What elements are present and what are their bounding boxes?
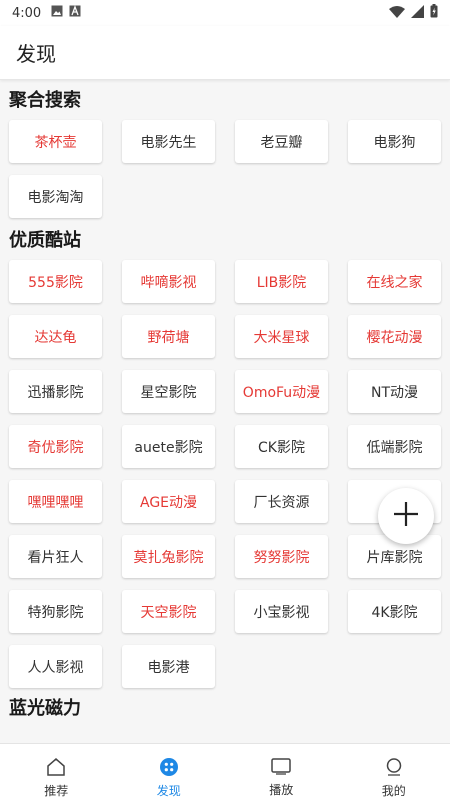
home-icon bbox=[46, 758, 66, 780]
nav-label: 播放 bbox=[269, 783, 294, 797]
site-tile[interactable]: NT动漫 bbox=[348, 370, 441, 413]
nav-label: 推荐 bbox=[44, 784, 69, 798]
site-tile[interactable]: 嘿哩嘿哩 bbox=[9, 480, 102, 523]
site-tile[interactable]: 大米星球 bbox=[235, 315, 328, 358]
site-tile[interactable]: 电影狗 bbox=[348, 120, 441, 163]
discover-dots-icon bbox=[159, 758, 178, 780]
site-tile[interactable]: auete影院 bbox=[122, 425, 215, 468]
section-title: 优质酷站 bbox=[9, 230, 81, 251]
status-time: 4:00 bbox=[12, 5, 42, 21]
site-tile[interactable]: OmoFu动漫 bbox=[235, 370, 328, 413]
wifi-icon bbox=[389, 5, 405, 22]
signal-icon bbox=[411, 4, 424, 22]
site-tile[interactable]: 野荷塘 bbox=[122, 315, 215, 358]
user-icon bbox=[385, 758, 403, 780]
site-tile[interactable]: 电影先生 bbox=[122, 120, 215, 163]
bottom-nav: 推荐 发现 播放 我的 bbox=[0, 743, 450, 800]
section-title: 聚合搜索 bbox=[9, 90, 81, 111]
tile-grid: 茶杯壶 电影先生 老豆瓣 电影狗电影淘淘 bbox=[0, 120, 450, 218]
a-badge-icon bbox=[69, 5, 81, 21]
battery-icon bbox=[430, 4, 438, 22]
site-tile[interactable]: 达达龟 bbox=[9, 315, 102, 358]
site-tile[interactable]: 樱花动漫 bbox=[348, 315, 441, 358]
site-tile[interactable]: 人人影视 bbox=[9, 645, 102, 688]
nav-recommend[interactable]: 推荐 bbox=[0, 744, 113, 800]
section-title: 蓝光磁力 bbox=[9, 698, 81, 719]
discover-content[interactable]: 聚合搜索 茶杯壶 电影先生 老豆瓣 电影狗电影淘淘 优质酷站 555影院 哔嘀影视 LIB… bbox=[0, 81, 450, 741]
site-tile[interactable]: 哔嘀影视 bbox=[122, 260, 215, 303]
site-tile[interactable]: 在线之家 bbox=[348, 260, 441, 303]
site-tile[interactable]: 电影港 bbox=[122, 645, 215, 688]
plus-icon bbox=[393, 501, 419, 531]
nav-play[interactable]: 播放 bbox=[225, 744, 338, 800]
app-bar: 发现 bbox=[0, 26, 450, 80]
nav-label: 我的 bbox=[381, 784, 406, 798]
site-tile[interactable]: 莫扎兔影院 bbox=[122, 535, 215, 578]
site-tile[interactable]: AGE动漫 bbox=[122, 480, 215, 523]
site-tile[interactable]: 特狗影院 bbox=[9, 590, 102, 633]
site-tile[interactable]: 电影淘淘 bbox=[9, 175, 102, 218]
site-tile[interactable]: CK影院 bbox=[235, 425, 328, 468]
status-bar: 4:00 bbox=[0, 0, 450, 26]
section-aggregate-search: 聚合搜索 茶杯壶 电影先生 老豆瓣 电影狗电影淘淘 bbox=[0, 82, 450, 222]
site-tile[interactable]: 努努影院 bbox=[235, 535, 328, 578]
status-right-icons bbox=[389, 4, 438, 22]
screen-icon bbox=[271, 758, 291, 779]
nav-mine[interactable]: 我的 bbox=[338, 744, 450, 800]
section-bluray-magnet: 蓝光磁力 bbox=[0, 690, 450, 728]
site-tile[interactable]: 老豆瓣 bbox=[235, 120, 328, 163]
site-tile[interactable]: 低端影院 bbox=[348, 425, 441, 468]
nav-discover[interactable]: 发现 bbox=[113, 744, 226, 800]
site-tile[interactable]: 天空影院 bbox=[122, 590, 215, 633]
site-tile[interactable]: 厂长资源 bbox=[235, 480, 328, 523]
add-fab-button[interactable] bbox=[378, 488, 434, 544]
page-title: 发现 bbox=[16, 42, 56, 66]
site-tile[interactable]: 看片狂人 bbox=[9, 535, 102, 578]
site-tile[interactable]: 奇优影院 bbox=[9, 425, 102, 468]
image-icon bbox=[51, 5, 63, 21]
site-tile[interactable]: 小宝影视 bbox=[235, 590, 328, 633]
site-tile[interactable]: 555影院 bbox=[9, 260, 102, 303]
site-tile[interactable]: LIB影院 bbox=[235, 260, 328, 303]
site-tile[interactable]: 茶杯壶 bbox=[9, 120, 102, 163]
section-quality-sites: 优质酷站 555影院 哔嘀影视 LIB影院 在线之家达达龟 野荷塘 大米星球 樱花动漫迅播影… bbox=[0, 222, 450, 688]
tile-grid: 555影院 哔嘀影视 LIB影院 在线之家达达龟 野荷塘 大米星球 樱花动漫迅播影院 星空影院… bbox=[0, 260, 450, 688]
site-tile[interactable]: 星空影院 bbox=[122, 370, 215, 413]
site-tile[interactable]: 4K影院 bbox=[348, 590, 441, 633]
nav-label: 发现 bbox=[156, 784, 181, 798]
site-tile[interactable]: 迅播影院 bbox=[9, 370, 102, 413]
